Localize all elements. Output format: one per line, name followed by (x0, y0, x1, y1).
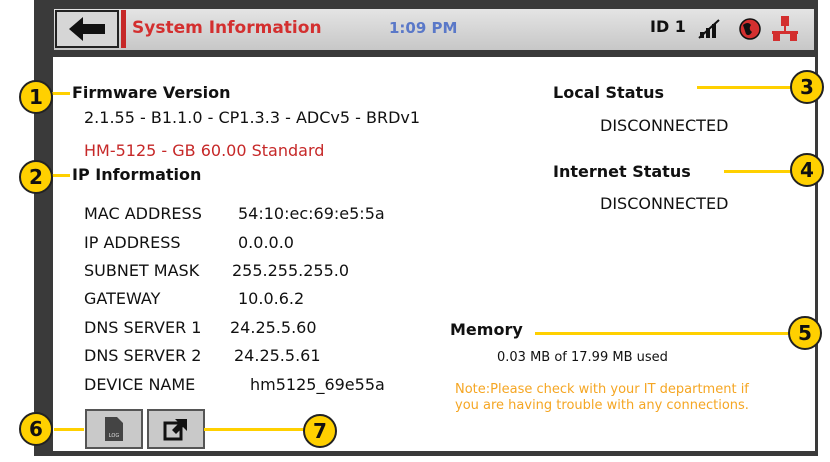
callout-line-6 (54, 428, 84, 431)
callout-badge: 6 (19, 412, 53, 446)
internet-status-heading: Internet Status (553, 162, 691, 181)
ip-row: DEVICE NAME hm5125_69e55a (84, 375, 385, 394)
callout-line-2 (52, 174, 70, 177)
callout-badge: 7 (303, 414, 337, 448)
back-button[interactable] (55, 10, 119, 48)
callout-line-1 (52, 92, 70, 95)
title-accent-bar (121, 10, 126, 48)
memory-usage: 0.03 MB of 17.99 MB used (497, 350, 668, 365)
callout-badge: 5 (788, 316, 822, 350)
model-label: HM-5125 - GB 60.00 Standard (84, 141, 325, 160)
ip-row-value: 255.255.255.0 (232, 261, 350, 280)
internet-status-value: DISCONNECTED (600, 194, 729, 213)
globe-icon (738, 17, 762, 45)
callout-line-7 (204, 428, 306, 431)
network-node-icon (770, 15, 800, 47)
firmware-version: 2.1.55 - B1.1.0 - CP1.3.3 - ADCv5 - BRDv… (84, 108, 421, 127)
ip-row-label: DNS SERVER 2 (84, 346, 202, 365)
ip-row-value: 24.25.5.60 (230, 318, 317, 337)
ip-heading: IP Information (72, 165, 202, 184)
ip-row: IP ADDRESS 0.0.0.0 (84, 233, 294, 252)
connection-note: Note:Please check with your IT departmen… (455, 382, 749, 413)
page-title: System Information (132, 18, 322, 38)
device-id-label: ID 1 (650, 17, 686, 36)
callout-badge: 4 (790, 153, 824, 187)
log-file-icon: LOG (105, 417, 123, 441)
log-button[interactable]: LOG (85, 409, 143, 449)
log-icon-text: LOG (109, 433, 120, 439)
memory-heading: Memory (450, 320, 523, 339)
ip-row: GATEWAY 10.0.6.2 (84, 289, 304, 308)
callout-line-5 (535, 332, 797, 335)
clock-time: 1:09 PM (389, 19, 458, 37)
local-status-value: DISCONNECTED (600, 116, 729, 135)
ip-row-label: MAC ADDRESS (84, 204, 202, 223)
ip-row-value: 24.25.5.61 (234, 346, 321, 365)
callout-line-3 (697, 86, 803, 89)
callout-badge: 3 (790, 70, 824, 104)
callout-badge: 2 (19, 160, 53, 194)
ip-row-value: 10.0.6.2 (238, 289, 305, 308)
local-status-heading: Local Status (553, 83, 665, 102)
callout-badge: 1 (19, 80, 53, 114)
ip-row: MAC ADDRESS 54:10:ec:69:e5:5a (84, 204, 385, 223)
ip-row-label: DNS SERVER 1 (84, 318, 202, 337)
firmware-heading: Firmware Version (72, 83, 231, 102)
ip-row-value: 0.0.0.0 (238, 233, 294, 252)
ip-row: DNS SERVER 2 24.25.5.61 (84, 346, 321, 365)
ip-row-label: GATEWAY (84, 289, 161, 308)
ip-row-value: 54:10:ec:69:e5:5a (238, 204, 385, 223)
ip-row-label: SUBNET MASK (84, 261, 200, 280)
ip-row-label: IP ADDRESS (84, 233, 181, 252)
export-button[interactable] (147, 409, 205, 449)
ip-row: SUBNET MASK 255.255.255.0 (84, 261, 349, 280)
network-signal-off-icon (697, 18, 723, 44)
ip-row-label: DEVICE NAME (84, 375, 196, 394)
arrow-left-icon (69, 17, 105, 41)
ip-row-value: hm5125_69e55a (250, 375, 385, 394)
ip-row: DNS SERVER 1 24.25.5.60 (84, 318, 317, 337)
external-link-icon (163, 419, 187, 441)
